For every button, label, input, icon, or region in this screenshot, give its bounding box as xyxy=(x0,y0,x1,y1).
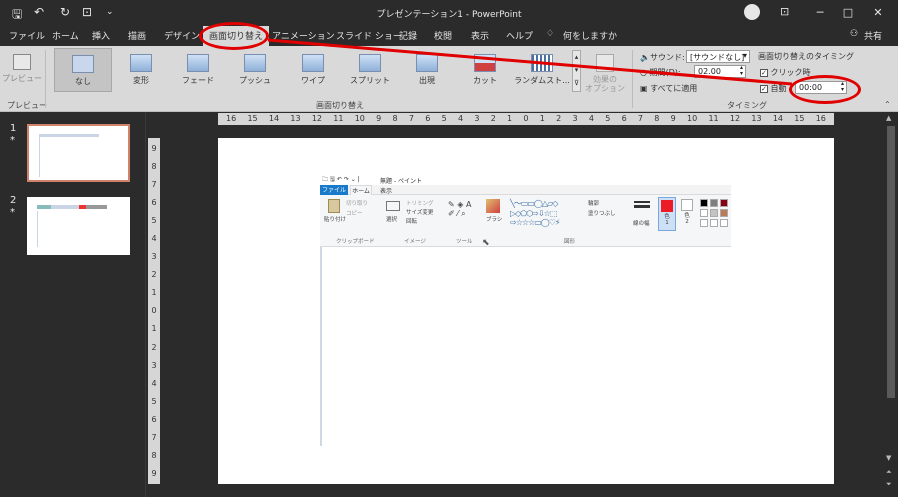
annotation-connector xyxy=(267,38,793,86)
annotation-arrow-line xyxy=(267,38,793,86)
